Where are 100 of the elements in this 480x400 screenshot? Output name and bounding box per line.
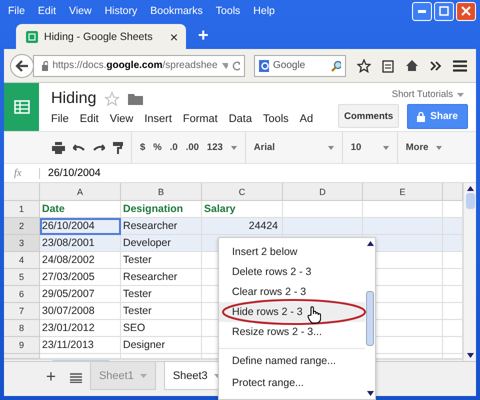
row-header[interactable]: 5: [4, 269, 40, 286]
back-button[interactable]: [10, 54, 34, 78]
document-title[interactable]: Hiding: [51, 90, 96, 108]
menu-item[interactable]: Format: [182, 112, 218, 124]
add-sheet-button[interactable]: +: [46, 367, 56, 387]
row-header[interactable]: 2: [4, 218, 40, 235]
menu-item[interactable]: File: [8, 5, 25, 17]
table-cell: Researcher: [121, 269, 202, 286]
maximize-icon: [439, 6, 449, 16]
increase-decimal-button[interactable]: .00: [186, 142, 199, 153]
row-header[interactable]: 4: [4, 252, 40, 269]
table-cell: Tester: [121, 252, 202, 269]
menu-icon[interactable]: [453, 60, 467, 72]
sheets-icon: [26, 30, 38, 42]
caret-icon[interactable]: [328, 146, 334, 150]
context-menu-item[interactable]: Resize rows 2 - 3...: [219, 322, 365, 342]
currency-button[interactable]: $: [140, 142, 146, 153]
font-size-dropdown[interactable]: 10: [350, 142, 375, 153]
table-cell: 23/08/2001: [40, 235, 121, 252]
account-name[interactable]: Short Tutorials: [392, 89, 453, 100]
minimize-icon: [418, 10, 426, 12]
column-header[interactable]: B: [121, 183, 202, 201]
down-arrow-icon[interactable]: [366, 391, 374, 396]
minimize-button[interactable]: [412, 2, 432, 20]
table-cell: 24424: [202, 218, 283, 235]
search-bar[interactable]: Google: [254, 54, 346, 76]
context-menu-item[interactable]: Hide rows 2 - 3: [219, 302, 365, 322]
menu-item[interactable]: History: [104, 5, 138, 17]
corner-cell[interactable]: [4, 183, 40, 201]
context-menu-item[interactable]: Insert 2 below: [219, 242, 365, 262]
paint-format-icon[interactable]: [113, 142, 123, 154]
search-field[interactable]: Google: [273, 60, 327, 71]
new-tab-button[interactable]: +: [198, 25, 209, 46]
row-header[interactable]: 7: [4, 303, 40, 320]
scrollbar-thumb[interactable]: [466, 193, 474, 209]
undo-icon[interactable]: [73, 144, 85, 152]
number-format-button[interactable]: 123: [206, 142, 223, 153]
comments-button[interactable]: Comments: [338, 104, 400, 128]
up-arrow-icon[interactable]: [466, 186, 474, 191]
back-arrow-icon: [15, 60, 29, 72]
caret-icon[interactable]: [382, 146, 389, 150]
table-cell: Tester: [121, 286, 202, 303]
maximize-button[interactable]: [434, 2, 454, 20]
table-cell: 30/07/2008: [40, 303, 121, 320]
home-icon[interactable]: [405, 59, 419, 72]
caret-icon[interactable]: [457, 92, 464, 96]
reload-icon: [232, 60, 240, 70]
row-header[interactable]: 9: [4, 337, 40, 354]
column-header[interactable]: C: [202, 183, 283, 201]
star-icon[interactable]: [104, 90, 120, 106]
more-button[interactable]: More: [406, 142, 428, 153]
table-cell: 27/03/2005: [40, 269, 121, 286]
column-header[interactable]: E: [363, 183, 443, 201]
menu-item[interactable]: Ad: [300, 112, 314, 124]
caret-icon[interactable]: [436, 146, 442, 150]
font-dropdown[interactable]: Arial: [254, 142, 320, 153]
vertical-scrollbar[interactable]: [463, 183, 476, 361]
browser-tab[interactable]: Hiding - Google Sheets ×: [16, 24, 186, 49]
lock-icon: [42, 60, 48, 70]
context-menu-item[interactable]: Clear rows 2 - 3: [219, 282, 365, 302]
row-header[interactable]: 8: [4, 320, 40, 337]
percent-button[interactable]: %: [153, 142, 162, 153]
column-header[interactable]: D: [283, 183, 363, 201]
menu-item[interactable]: Tools: [216, 5, 240, 17]
sheet-list-icon[interactable]: [70, 373, 82, 383]
scrollbar-thumb[interactable]: [366, 291, 374, 346]
menu-item[interactable]: Edit: [80, 112, 99, 124]
table-cell: [443, 218, 463, 235]
table-cell: Tester: [121, 303, 202, 320]
star-icon[interactable]: [357, 58, 371, 72]
address-bar[interactable]: https://docs.google.com/spreadshee: [33, 54, 245, 76]
redo-icon[interactable]: [93, 144, 105, 152]
up-arrow-icon[interactable]: [366, 241, 374, 246]
formula-field[interactable]: 26/10/2004: [48, 167, 101, 179]
sheets-logo-icon[interactable]: [4, 83, 39, 131]
menu-item[interactable]: View: [69, 5, 92, 17]
close-button[interactable]: [456, 2, 476, 20]
row-header[interactable]: 3: [4, 235, 40, 252]
menu-item[interactable]: Tools: [262, 112, 289, 124]
menu-item[interactable]: View: [110, 112, 134, 124]
down-arrow-icon[interactable]: [466, 353, 474, 358]
column-header[interactable]: A: [40, 183, 121, 201]
menu-item[interactable]: Help: [253, 5, 275, 17]
menu-item[interactable]: Insert: [144, 112, 172, 124]
row-header[interactable]: 6: [4, 286, 40, 303]
chevrons-icon[interactable]: [430, 60, 442, 70]
tab-title: Hiding - Google Sheets: [44, 30, 153, 42]
context-menu-item[interactable]: Define named range...: [219, 348, 365, 373]
clipboard-icon[interactable]: [382, 58, 394, 72]
menu-item[interactable]: Edit: [38, 5, 56, 17]
menu-item[interactable]: Bookmarks: [150, 5, 203, 17]
menu-item[interactable]: File: [51, 112, 69, 124]
print-icon[interactable]: [52, 142, 65, 154]
decrease-decimal-button[interactable]: .0: [170, 142, 178, 153]
context-menu-item[interactable]: Delete rows 2 - 3: [219, 262, 365, 282]
folder-icon[interactable]: [128, 92, 144, 104]
row-header[interactable]: 1: [4, 201, 40, 218]
menu-item[interactable]: Data: [228, 112, 252, 124]
caret-icon[interactable]: [230, 146, 237, 150]
tab-close-button[interactable]: ×: [170, 28, 178, 44]
